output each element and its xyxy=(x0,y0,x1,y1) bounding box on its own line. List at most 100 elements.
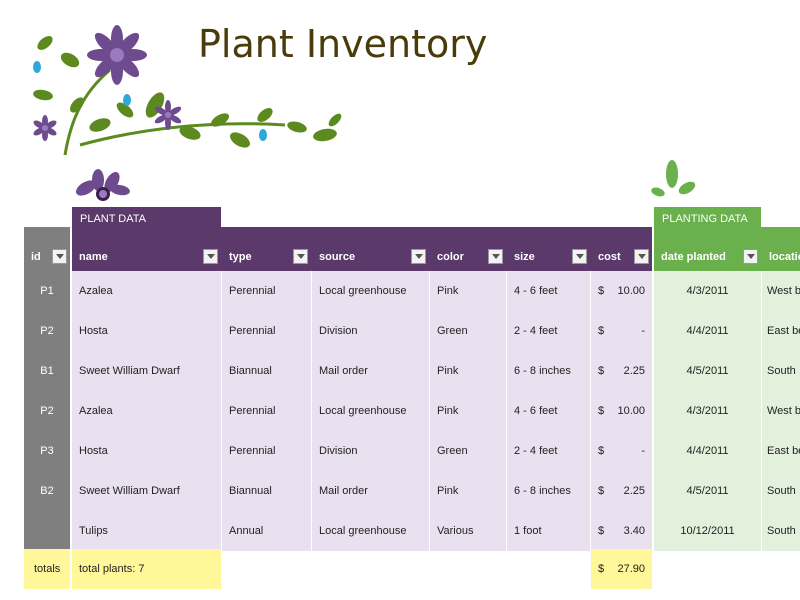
table-cell-cost[interactable]: $ - xyxy=(591,311,652,351)
table-cell-source[interactable]: Division xyxy=(312,311,429,351)
table-cell-type[interactable]: Perennial xyxy=(222,391,311,431)
column-header-label: date planted xyxy=(661,250,726,263)
column-header-date-planted[interactable]: date planted xyxy=(654,242,761,271)
table-cell-source[interactable]: Mail order xyxy=(312,351,429,391)
table-cell-name[interactable]: Sweet William Dwarf xyxy=(72,471,221,511)
table-cell-name[interactable]: Sweet William Dwarf xyxy=(72,351,221,391)
table-cell-type[interactable]: Biannual xyxy=(222,351,311,391)
group-header-planting-data: PLANTING DATA xyxy=(654,207,761,227)
filter-dropdown-icon[interactable] xyxy=(488,248,503,264)
table-cell-color[interactable]: Green xyxy=(430,311,506,351)
table-cell-size[interactable]: 2 - 4 feet xyxy=(507,431,590,471)
cost-value: - xyxy=(641,445,645,457)
column-header-id[interactable]: id xyxy=(24,242,70,271)
table-cell-location[interactable]: West b xyxy=(762,391,800,431)
filter-dropdown-icon[interactable] xyxy=(634,248,649,264)
table-cell-date[interactable]: 4/4/2011 xyxy=(654,431,761,471)
table-cell-cost[interactable]: $ - xyxy=(591,431,652,471)
totals-label: totals xyxy=(24,549,70,589)
cost-value: - xyxy=(641,325,645,337)
filter-dropdown-icon[interactable] xyxy=(203,248,218,264)
table-cell-size[interactable]: 4 - 6 feet xyxy=(507,271,590,311)
filter-dropdown-icon[interactable] xyxy=(52,248,67,264)
table-cell-cost[interactable]: $2.25 xyxy=(591,471,652,511)
column-header-cost[interactable]: cost xyxy=(591,242,652,271)
table-cell-size[interactable]: 6 - 8 inches xyxy=(507,471,590,511)
table-cell-type[interactable]: Biannual xyxy=(222,471,311,511)
column-header-size[interactable]: size xyxy=(507,242,590,271)
currency-symbol: $ xyxy=(598,365,605,377)
table-cell-type[interactable]: Perennial xyxy=(222,311,311,351)
table-cell-location[interactable]: South xyxy=(762,471,800,511)
table-cell-color[interactable]: Green xyxy=(430,431,506,471)
table-cell-location[interactable]: South xyxy=(762,351,800,391)
table-cell-id[interactable]: P2 xyxy=(24,311,70,351)
table-cell-id[interactable]: B1 xyxy=(24,351,70,391)
table-cell-color[interactable]: Pink xyxy=(430,351,506,391)
column-header-source[interactable]: source xyxy=(312,242,429,271)
table-cell-name[interactable]: Hosta xyxy=(72,431,221,471)
column-header-label: size xyxy=(514,250,535,263)
column-header-type[interactable]: type xyxy=(222,242,311,271)
table-cell-location[interactable]: East be xyxy=(762,311,800,351)
table-cell-location[interactable]: West b xyxy=(762,271,800,311)
flower-decoration-icon xyxy=(33,25,342,156)
table-cell-size[interactable]: 4 - 6 feet xyxy=(507,391,590,431)
table-cell-source[interactable]: Local greenhouse xyxy=(312,511,429,551)
table-cell-source[interactable]: Local greenhouse xyxy=(312,391,429,431)
table-cell-id[interactable]: B2 xyxy=(24,471,70,511)
table-cell-date[interactable]: 4/3/2011 xyxy=(654,271,761,311)
table-cell-date[interactable]: 4/4/2011 xyxy=(654,311,761,351)
currency-symbol: $ xyxy=(598,525,605,537)
table-cell-name[interactable]: Hosta xyxy=(72,311,221,351)
table-cell-location[interactable]: South xyxy=(762,511,800,551)
table-cell-type[interactable]: Annual xyxy=(222,511,311,551)
table-cell-type[interactable]: Perennial xyxy=(222,431,311,471)
table-cell-location[interactable]: East be xyxy=(762,431,800,471)
table-cell-cost[interactable]: $10.00 xyxy=(591,271,652,311)
small-flower-icon xyxy=(76,169,130,201)
table-cell-date[interactable]: 4/5/2011 xyxy=(654,351,761,391)
column-header-color[interactable]: color xyxy=(430,242,506,271)
filter-dropdown-icon[interactable] xyxy=(743,248,758,264)
table-cell-id[interactable]: P2 xyxy=(24,391,70,431)
table-cell-date[interactable]: 10/12/2011 xyxy=(654,511,761,551)
table-cell-source[interactable]: Mail order xyxy=(312,471,429,511)
column-header-location[interactable]: locatio xyxy=(762,242,800,271)
filter-dropdown-icon[interactable] xyxy=(572,248,587,264)
column-header-label: cost xyxy=(598,250,621,263)
table-cell-color[interactable]: Various xyxy=(430,511,506,551)
table-cell-size[interactable]: 2 - 4 feet xyxy=(507,311,590,351)
table-cell-size[interactable]: 1 foot xyxy=(507,511,590,551)
table-cell-source[interactable]: Local greenhouse xyxy=(312,271,429,311)
table-cell-id[interactable] xyxy=(24,511,70,551)
filter-dropdown-icon[interactable] xyxy=(411,248,426,264)
table-cell-name[interactable]: Azalea xyxy=(72,271,221,311)
table-cell-date[interactable]: 4/5/2011 xyxy=(654,471,761,511)
table-cell-date[interactable]: 4/3/2011 xyxy=(654,391,761,431)
table-cell-id[interactable]: P3 xyxy=(24,431,70,471)
column-header-label: id xyxy=(31,250,41,263)
totals-cost-value: 27.90 xyxy=(617,563,645,575)
table-cell-id[interactable]: P1 xyxy=(24,271,70,311)
table-cell-size[interactable]: 6 - 8 inches xyxy=(507,351,590,391)
cost-value: 10.00 xyxy=(617,405,645,417)
column-header-label: source xyxy=(319,250,356,263)
table-cell-name[interactable]: Azalea xyxy=(72,391,221,431)
table-cell-cost[interactable]: $2.25 xyxy=(591,351,652,391)
table-cell-name[interactable]: Tulips xyxy=(72,511,221,551)
table-cell-color[interactable]: Pink xyxy=(430,391,506,431)
column-header-label: color xyxy=(437,250,464,263)
table-cell-cost[interactable]: $10.00 xyxy=(591,391,652,431)
table-cell-type[interactable]: Perennial xyxy=(222,271,311,311)
sprout-icon xyxy=(651,160,696,197)
table-cell-color[interactable]: Pink xyxy=(430,471,506,511)
cost-value: 3.40 xyxy=(623,525,645,537)
table-cell-cost[interactable]: $3.40 xyxy=(591,511,652,551)
table-cell-source[interactable]: Division xyxy=(312,431,429,471)
filter-dropdown-icon[interactable] xyxy=(293,248,308,264)
cost-value: 2.25 xyxy=(623,485,645,497)
column-header-name[interactable]: name xyxy=(72,242,221,271)
table-cell-color[interactable]: Pink xyxy=(430,271,506,311)
cost-value: 2.25 xyxy=(623,365,645,377)
